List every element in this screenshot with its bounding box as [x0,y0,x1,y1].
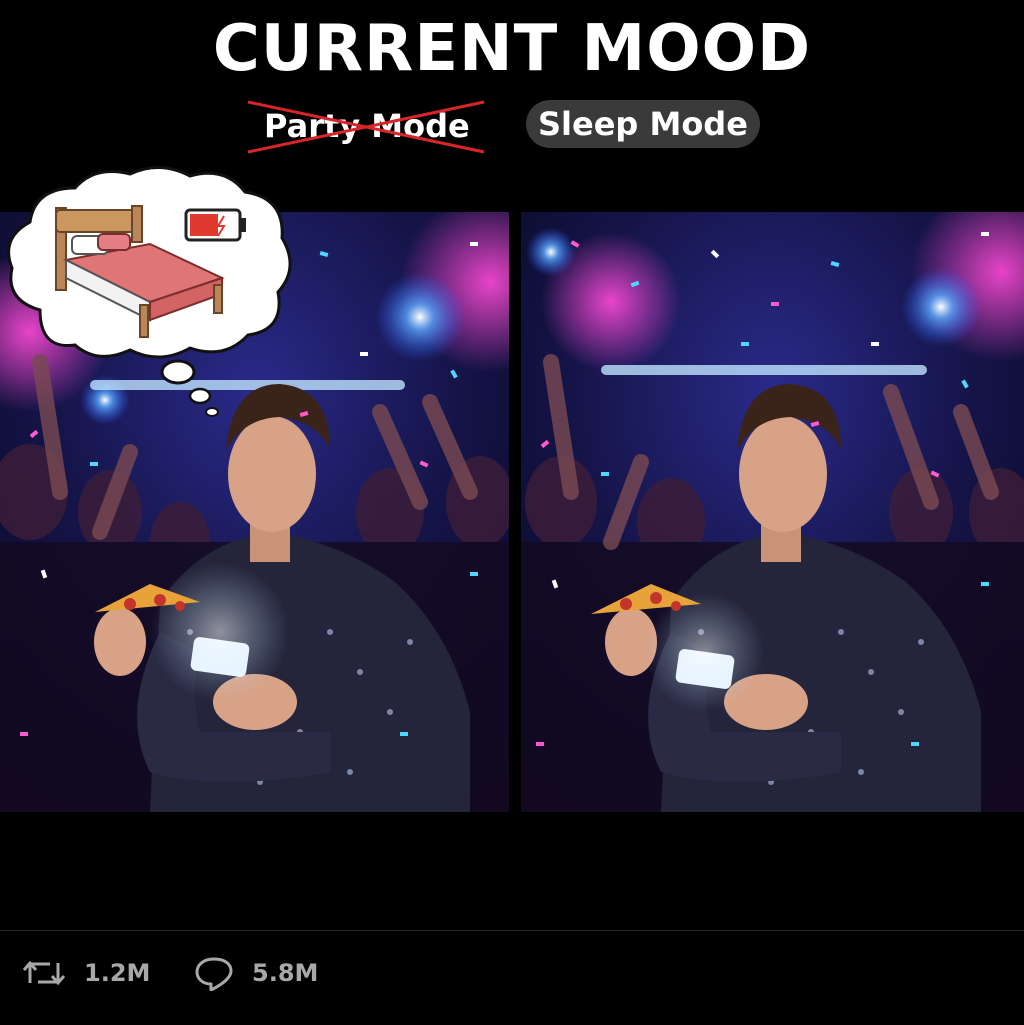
low-battery-icon [184,208,246,242]
party-mode-crossed-out: Party Mode [246,98,486,154]
retweet-count: 1.2M [84,959,151,987]
strike-through-icon [247,100,485,154]
retweet-icon [22,960,66,986]
retweet-button[interactable]: 1.2M [22,953,150,993]
reply-button[interactable]: 5.8M [194,953,318,993]
mode-row: Party Mode Sleep Mode [0,98,1024,154]
reply-icon [195,957,233,991]
meme-title: CURRENT MOOD [212,12,812,86]
reply-count: 5.8M [252,959,319,987]
sleep-mode-pill: Sleep Mode [526,100,760,148]
action-bar: 1.2M 5.8M [0,930,1024,1025]
thought-bubble [0,160,300,420]
party-photo-right [521,212,1024,812]
